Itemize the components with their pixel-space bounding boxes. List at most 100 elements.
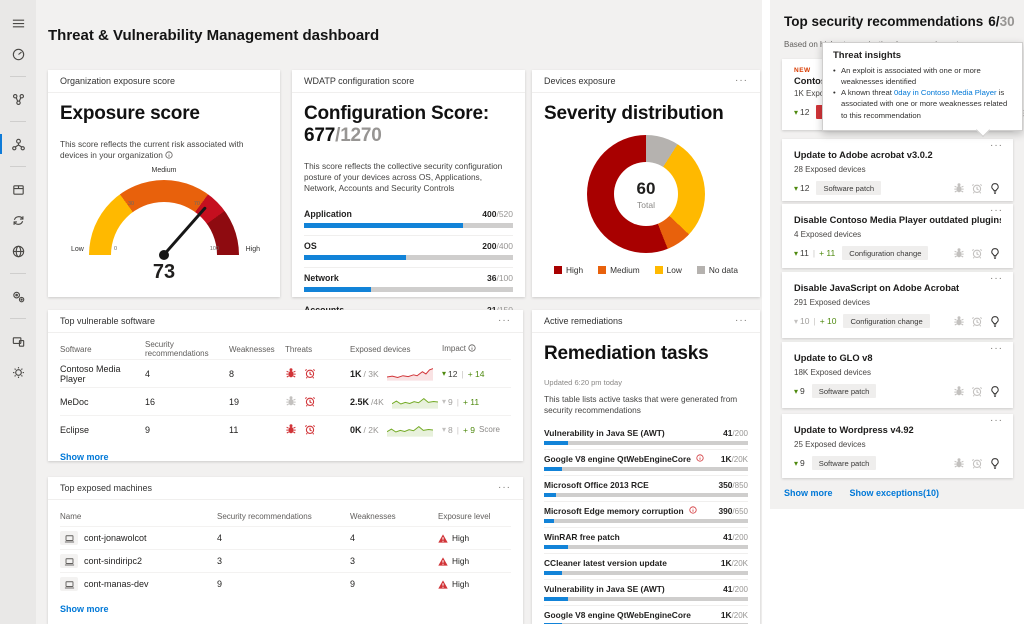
task-label: Google V8 engine QtWebEngineCore <box>544 454 691 464</box>
remediation-task[interactable]: Vulnerability in Java SE (AWT)41/200 <box>544 424 748 450</box>
down-arrow-icon: ▾ <box>442 369 446 378</box>
show-exceptions-link[interactable]: Show exceptions(10) <box>850 488 940 498</box>
gauge-label-high: High <box>246 246 260 253</box>
threat-link[interactable]: 0day in Contoso Media Player <box>894 88 997 97</box>
bug-icon[interactable] <box>285 395 297 407</box>
remediation-task[interactable]: Google V8 engine QtWebEngineCore1K/20K <box>544 606 748 624</box>
show-more-link[interactable]: Show more <box>784 488 833 498</box>
exposure-level: High <box>452 556 469 566</box>
laptop-icon <box>60 531 78 545</box>
progress-fill <box>544 441 568 445</box>
progress-fill <box>544 519 554 523</box>
machines-list-icon[interactable] <box>0 86 36 112</box>
table-row[interactable]: cont-jonawolcot 4 4 High <box>60 526 511 549</box>
config-category-row[interactable]: OS200/400 <box>304 236 513 268</box>
lightbulb-icon[interactable] <box>989 457 1001 469</box>
exposed-devices-count: 25 Exposed devices <box>794 440 1001 449</box>
status-badge: Software patch <box>812 456 877 470</box>
bug-icon[interactable] <box>953 457 965 469</box>
bug-icon[interactable] <box>285 367 297 379</box>
software-name[interactable]: Eclipse <box>60 425 145 435</box>
alarm-icon[interactable] <box>971 182 983 194</box>
machine-name[interactable]: cont-jonawolcot <box>84 533 147 543</box>
task-label: Microsoft Office 2013 RCE <box>544 480 649 490</box>
recommendation-card[interactable]: ··· Update to GLO v8 18K Exposed devices… <box>782 342 1013 408</box>
alarm-icon[interactable] <box>971 315 983 327</box>
more-menu-icon[interactable]: ··· <box>990 142 1003 150</box>
configuration-devices-icon[interactable] <box>0 328 36 354</box>
remediation-task[interactable]: Google V8 engine QtWebEngineCore1K/20K <box>544 450 748 476</box>
more-menu-icon[interactable]: ··· <box>498 484 511 492</box>
info-icon[interactable] <box>468 344 476 354</box>
remediation-task[interactable]: Microsoft Edge memory corruption390/650 <box>544 502 748 528</box>
software-name[interactable]: Contoso Media Player <box>60 364 145 384</box>
alarm-icon[interactable] <box>304 367 316 379</box>
more-menu-icon[interactable]: ··· <box>735 317 748 325</box>
table-row[interactable]: Eclipse 9 11 0K / 2K ▾8|+ 9Score <box>60 415 511 443</box>
software-name[interactable]: MeDoc <box>60 397 145 407</box>
recommendation-title: Update to GLO v8 <box>794 353 1001 363</box>
bug-icon[interactable] <box>953 315 965 327</box>
show-more-link[interactable]: Show more <box>60 452 511 462</box>
lightbulb-icon[interactable] <box>989 315 1001 327</box>
recommendation-card[interactable]: ··· Disable JavaScript on Adobe Acrobat … <box>782 272 1013 338</box>
table-row[interactable]: Contoso Media Player 4 8 1K / 3K ▾12|+ 1… <box>60 359 511 387</box>
exposed-devices-count: 18K Exposed devices <box>794 368 1001 377</box>
remediation-task[interactable]: CCleaner latest version update1K/20K <box>544 554 748 580</box>
more-menu-icon[interactable]: ··· <box>990 275 1003 283</box>
remediation-task[interactable]: WinRAR free patch41/200 <box>544 528 748 554</box>
info-icon[interactable] <box>165 151 173 162</box>
settings-icon[interactable] <box>0 359 36 385</box>
task-label: WinRAR free patch <box>544 532 620 542</box>
lightbulb-icon[interactable] <box>989 247 1001 259</box>
lightbulb-icon[interactable] <box>989 385 1001 397</box>
alarm-icon[interactable] <box>304 423 316 435</box>
lightbulb-icon[interactable] <box>989 182 1001 194</box>
gauge-label-low: Low <box>71 246 84 253</box>
partners-icon[interactable] <box>0 283 36 309</box>
config-category-row[interactable]: Application400/520 <box>304 204 513 236</box>
alert-info-icon[interactable] <box>696 454 704 464</box>
machine-name[interactable]: cont-sindiripc2 <box>84 556 142 566</box>
gauge-label-medium: Medium <box>79 167 249 174</box>
alarm-icon[interactable] <box>304 395 316 407</box>
recommendation-card[interactable]: ··· Update to Wordpress v4.92 25 Exposed… <box>782 414 1013 478</box>
table-row[interactable]: cont-manas-dev 9 9 High <box>60 572 511 595</box>
alarm-icon[interactable] <box>971 385 983 397</box>
config-category-row[interactable]: Network36/100 <box>304 268 513 300</box>
alarm-icon[interactable] <box>971 457 983 469</box>
devices-exposure-card: Devices exposure··· Severity distributio… <box>532 70 760 297</box>
investigations-icon[interactable] <box>0 176 36 202</box>
more-menu-icon[interactable]: ··· <box>990 345 1003 353</box>
recommendation-card[interactable]: ··· Update to Adobe acrobat v3.0.2 28 Ex… <box>782 139 1013 201</box>
table-row[interactable]: cont-sindiripc2 3 3 High <box>60 549 511 572</box>
bug-icon[interactable] <box>285 423 297 435</box>
simulations-icon[interactable] <box>0 207 36 233</box>
exposed-devices-count: 291 Exposed devices <box>794 298 1001 307</box>
gauge-tick: 30 <box>128 201 134 207</box>
alert-info-icon[interactable] <box>689 506 697 516</box>
laptop-icon <box>60 577 78 591</box>
table-row[interactable]: MeDoc 16 19 2.5K/4K ▾9|+ 11 <box>60 387 511 415</box>
bug-icon[interactable] <box>953 182 965 194</box>
tvm-dashboard-icon[interactable] <box>0 131 36 157</box>
more-menu-icon[interactable]: ··· <box>498 317 511 325</box>
dashboard-icon[interactable] <box>0 41 36 67</box>
card-header-label: Devices exposure <box>544 76 616 86</box>
machine-name[interactable]: cont-manas-dev <box>84 579 149 589</box>
hunting-icon[interactable] <box>0 238 36 264</box>
bug-icon[interactable] <box>953 385 965 397</box>
more-menu-icon[interactable]: ··· <box>990 207 1003 215</box>
severity-donut-chart[interactable]: 60 Total <box>587 135 705 253</box>
recommendation-card[interactable]: ··· Disable Contoso Media Player outdate… <box>782 204 1013 268</box>
remediation-task[interactable]: Microsoft Office 2013 RCE350/850 <box>544 476 748 502</box>
show-more-link[interactable]: Show more <box>60 604 511 614</box>
nav-divider <box>10 166 26 167</box>
bug-icon[interactable] <box>953 247 965 259</box>
exposure-level: High <box>452 579 469 589</box>
alarm-icon[interactable] <box>971 247 983 259</box>
more-menu-icon[interactable]: ··· <box>735 77 748 85</box>
remediation-task[interactable]: Vulnerability in Java SE (AWT)41/200 <box>544 580 748 606</box>
more-menu-icon[interactable]: ··· <box>990 417 1003 425</box>
menu-icon[interactable] <box>0 10 36 36</box>
